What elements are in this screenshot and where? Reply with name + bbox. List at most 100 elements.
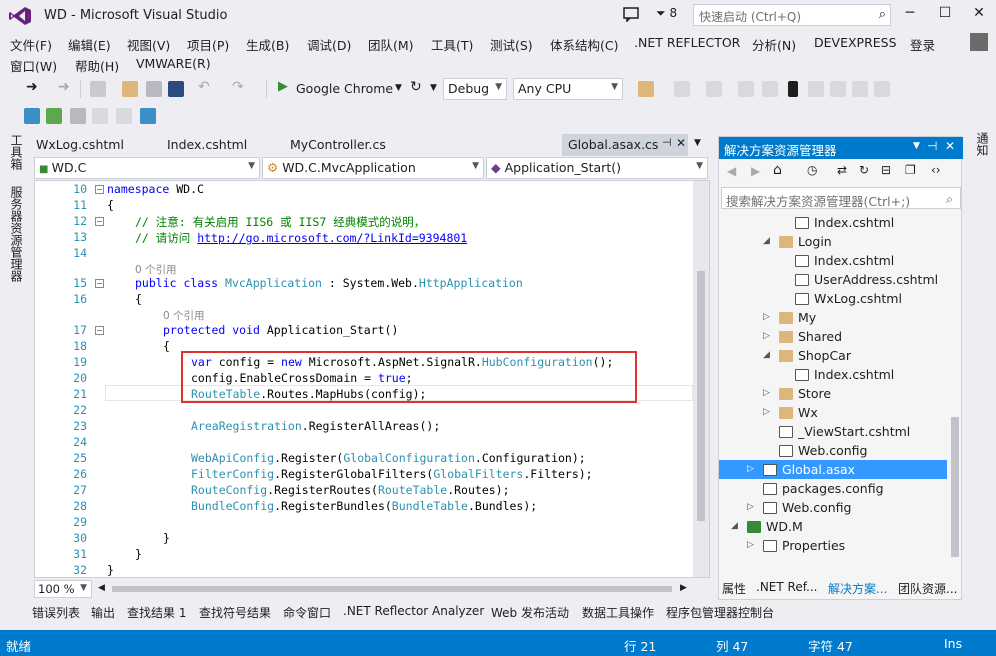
user-account-icon[interactable] — [970, 33, 988, 51]
collapse-arrow-icon[interactable]: ◢ — [763, 236, 770, 246]
fold-toggle[interactable]: − — [95, 217, 104, 226]
project-select[interactable]: ■ WD.C ▼ — [34, 157, 260, 179]
close-icon[interactable]: ✕ — [945, 139, 955, 153]
class-select[interactable]: ⚙ WD.C.MvcApplication ▼ — [262, 157, 484, 179]
tab-output[interactable]: 输出 — [91, 604, 115, 621]
fold-toggle[interactable]: − — [95, 185, 104, 194]
expand-arrow-icon[interactable]: ▷ — [763, 407, 770, 417]
tab-solution-explorer[interactable]: 解决方案... — [828, 580, 887, 597]
tree-item[interactable]: ▷ Wx — [719, 403, 947, 422]
tab-find-symbol-results[interactable]: 查找符号结果 — [199, 604, 271, 621]
fold-toggle[interactable]: − — [95, 326, 104, 335]
tab-package-manager-console[interactable]: 程序包管理器控制台 — [666, 604, 774, 621]
chevron-down-icon[interactable]: ▼ — [430, 83, 437, 93]
code-view-icon[interactable]: ‹› — [931, 163, 941, 177]
chevron-down-icon[interactable]: ▼ — [395, 83, 402, 93]
notification-icon[interactable] — [622, 6, 640, 22]
login-link[interactable]: 登录 — [910, 35, 935, 54]
tree-item[interactable]: _ViewStart.cshtml — [719, 422, 947, 441]
bookmark-icon[interactable] — [788, 81, 798, 97]
collapse-arrow-icon[interactable]: ◢ — [763, 350, 770, 360]
prev-bookmark-icon[interactable] — [808, 81, 824, 97]
open-file-icon[interactable] — [122, 81, 138, 97]
close-button[interactable]: ✕ — [962, 0, 996, 26]
chevron-down-icon[interactable]: ▼ — [913, 141, 920, 151]
menu-test[interactable]: 测试(S) — [490, 35, 533, 54]
new-project-icon[interactable] — [90, 81, 106, 97]
show-all-files-icon[interactable]: ❐ — [905, 163, 916, 177]
tree-item[interactable]: packages.config — [719, 479, 947, 498]
platform-select[interactable]: Any CPU ▼ — [513, 78, 623, 100]
scroll-left-icon[interactable]: ◀ — [98, 583, 105, 593]
next-bookmark-icon[interactable] — [830, 81, 846, 97]
outdent-icon[interactable] — [762, 81, 778, 97]
tree-item[interactable]: ◢ ShopCar — [719, 346, 947, 365]
indent-icon[interactable] — [738, 81, 754, 97]
expand-arrow-icon[interactable]: ▷ — [747, 502, 754, 512]
home-icon[interactable]: ⌂ — [773, 162, 782, 178]
tree-item[interactable]: WxLog.cshtml — [719, 289, 947, 308]
tree-item[interactable]: ▷ Global.asax — [719, 460, 947, 479]
minimize-button[interactable]: ─ — [893, 0, 927, 26]
zoom-select[interactable]: 100 % ▼ — [34, 580, 92, 598]
pin-icon[interactable]: ⊣ — [927, 139, 937, 153]
tree-item[interactable]: ◢ Login — [719, 232, 947, 251]
menu-tools[interactable]: 工具(T) — [431, 35, 473, 54]
expand-arrow-icon[interactable]: ▷ — [763, 388, 770, 398]
forward-icon[interactable]: ➜ — [58, 79, 70, 95]
menu-net-reflector[interactable]: .NET REFLECTOR — [634, 35, 740, 50]
tree-item[interactable]: UserAddress.cshtml — [719, 270, 947, 289]
fold-toggle[interactable]: − — [95, 279, 104, 288]
undo-icon[interactable]: ↶ — [198, 79, 210, 95]
collapse-arrow-icon[interactable]: ◢ — [731, 521, 738, 531]
tab-error-list[interactable]: 错误列表 — [32, 604, 80, 621]
clear-bookmarks-icon[interactable] — [874, 81, 890, 97]
tab-reflector-analyzer[interactable]: .NET Reflector Analyzer — [343, 604, 484, 618]
scrollbar-thumb[interactable] — [697, 271, 705, 521]
menu-edit[interactable]: 编辑(E) — [68, 35, 111, 54]
menu-window[interactable]: 窗口(W) — [10, 56, 57, 75]
forward-icon[interactable]: ▶ — [751, 164, 760, 178]
quick-launch-input[interactable]: 快速启动 (Ctrl+Q) ⌕ — [693, 4, 891, 26]
collapse-all-icon[interactable]: ⊟ — [881, 163, 891, 177]
refresh-icon[interactable]: ↻ — [859, 163, 869, 177]
expand-arrow-icon[interactable]: ▷ — [747, 540, 754, 550]
menu-help[interactable]: 帮助(H) — [75, 56, 119, 75]
reference-count[interactable]: 0 个引用 — [163, 308, 205, 323]
tab-wxlog[interactable]: WxLog.cshtml — [30, 134, 130, 156]
solution-config-select[interactable]: Debug ▼ — [443, 78, 507, 100]
save-all-icon[interactable] — [168, 81, 184, 97]
tab-properties[interactable]: 属性 — [722, 580, 746, 597]
comment-icon[interactable] — [674, 81, 690, 97]
scroll-right-icon[interactable]: ▶ — [680, 583, 687, 593]
tree-item[interactable]: ◢ WD.M — [719, 517, 947, 536]
menu-team[interactable]: 团队(M) — [368, 35, 414, 54]
find-in-files-icon[interactable] — [638, 81, 654, 97]
tree-item[interactable]: Index.cshtml — [719, 213, 947, 232]
solution-search-input[interactable]: 搜索解决方案资源管理器(Ctrl+;) ⌕ — [721, 187, 961, 209]
redo-icon[interactable]: ↷ — [232, 79, 244, 95]
menu-architecture[interactable]: 体系结构(C) — [550, 35, 618, 54]
history-icon[interactable]: ◷ — [807, 163, 817, 177]
menu-project[interactable]: 项目(P) — [187, 35, 229, 54]
tab-net-reflector[interactable]: .NET Ref... — [756, 580, 818, 594]
solution-scrollbar-thumb[interactable] — [951, 417, 959, 557]
member-select[interactable]: ◆ Application_Start() ▼ — [486, 157, 708, 179]
tab-list-chevron-icon[interactable]: ▼ — [694, 138, 701, 148]
menu-vmware[interactable]: VMWARE(R) — [136, 56, 211, 71]
toolbox-tab[interactable]: 工具箱 — [8, 134, 25, 170]
reflector-icon[interactable] — [140, 108, 156, 124]
menu-build[interactable]: 生成(B) — [246, 35, 289, 54]
tab-mycontroller[interactable]: MyController.cs — [284, 134, 392, 156]
reference-count[interactable]: 0 个引用 — [135, 262, 177, 277]
menu-debug[interactable]: 调试(D) — [307, 35, 351, 54]
tree-item[interactable]: ▷ Web.config — [719, 498, 947, 517]
tab-web-publish[interactable]: Web 发布活动 — [491, 604, 569, 621]
notifications-tab[interactable]: 通知 — [974, 132, 991, 156]
tree-item[interactable]: ▷ Store — [719, 384, 947, 403]
menu-view[interactable]: 视图(V) — [127, 35, 170, 54]
back-icon[interactable]: ◀ — [727, 164, 736, 178]
step-icon[interactable] — [24, 108, 40, 124]
tree-item[interactable]: ▷ My — [719, 308, 947, 327]
run-tests-icon[interactable] — [46, 108, 62, 124]
